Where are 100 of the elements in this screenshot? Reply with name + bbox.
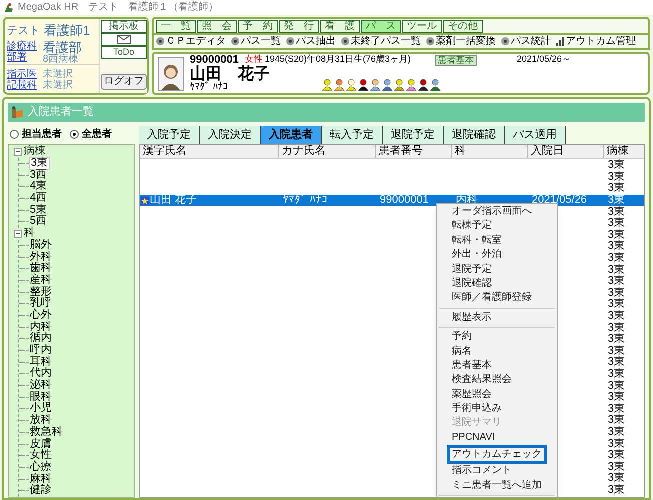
tree-node[interactable]: 循内	[29, 333, 53, 344]
menu-item[interactable]: 患者基本	[437, 358, 557, 374]
menu-item[interactable]: 転科・転室	[437, 234, 557, 248]
menu-tab[interactable]: 予 約	[238, 20, 278, 33]
menu-tab[interactable]: 看 護	[320, 20, 360, 33]
toolbar-item[interactable]: ＣＰエディタ	[166, 36, 226, 47]
menu-item[interactable]: 医師／看護師登録	[437, 291, 557, 306]
tree-node[interactable]: 外科	[29, 252, 53, 263]
table-cell: 2021/05/26	[532, 195, 588, 206]
board-button[interactable]: 掲示板	[101, 20, 147, 33]
tree-node[interactable]: 麻科	[29, 474, 53, 485]
tree-node[interactable]: 内科	[29, 322, 53, 333]
tab[interactable]: 入院患者	[261, 126, 322, 144]
tab[interactable]: パス適用	[505, 126, 566, 144]
menu-item[interactable]: 病名	[437, 344, 557, 359]
link[interactable]: 部署	[7, 52, 37, 63]
menu-tab[interactable]: 一 覧	[156, 20, 196, 33]
tree-toggle[interactable]	[14, 148, 22, 156]
tab[interactable]: 退院確認	[444, 126, 505, 144]
menu-tab[interactable]: その他	[443, 20, 483, 33]
toolbar-item[interactable]: パス一覧	[241, 36, 281, 47]
tree-node[interactable]: 病棟	[24, 146, 46, 158]
radio-button[interactable]	[10, 130, 19, 138]
ward-name: 8西病棟	[43, 55, 79, 65]
person-status-icon	[382, 79, 393, 91]
tree-node[interactable]: 泌科	[29, 380, 53, 392]
menu-item[interactable]: PPCNAVI	[437, 430, 557, 446]
link[interactable]: 記載科	[7, 80, 37, 91]
link[interactable]: 診療科	[7, 41, 37, 52]
menu-item[interactable]: アウトカムチェック	[447, 445, 547, 464]
column-header[interactable]: 病棟	[604, 145, 644, 158]
column-header[interactable]: カナ氏名	[279, 145, 376, 158]
table-cell: 3東	[608, 334, 626, 346]
tree-node[interactable]: 耳科	[29, 356, 53, 368]
menu-item[interactable]: 退院確認	[437, 276, 557, 292]
tree-node[interactable]: 4東	[29, 181, 48, 192]
tree-node[interactable]: 健診	[29, 485, 53, 496]
bar-chart-icon	[556, 37, 565, 46]
tree-node[interactable]: 歯科	[29, 263, 53, 274]
logoff-button[interactable]: ログオフ	[101, 74, 147, 90]
tree-node[interactable]: 心療	[29, 462, 53, 473]
patient-info-button[interactable]: 患者基本	[435, 54, 478, 66]
menu-item[interactable]: 薬歴照会	[437, 388, 557, 402]
user-name: テスト	[7, 24, 40, 39]
tree-node[interactable]: 女性	[29, 450, 53, 462]
table-cell: 3東	[608, 415, 626, 426]
menu-item[interactable]: オーダ指示画面へ	[437, 205, 557, 220]
menu-item[interactable]: 転棟予定	[437, 219, 557, 234]
tree-node[interactable]: 3東	[29, 157, 50, 170]
tree-node[interactable]: 5東	[29, 204, 48, 216]
tree-node[interactable]: 4西	[29, 193, 48, 204]
tree-node[interactable]: 小児	[29, 403, 53, 414]
tree-node[interactable]: 代内	[29, 368, 53, 380]
tree-node[interactable]: 産科	[29, 274, 53, 286]
tree-node[interactable]: 科	[24, 228, 35, 240]
tree-node[interactable]: 心外	[29, 310, 53, 321]
tab[interactable]: 転入予定	[322, 126, 383, 144]
tree-node[interactable]: 皮膚	[29, 438, 53, 450]
toolbar-item[interactable]: アウトカム管理	[566, 36, 636, 47]
tab[interactable]: 退院予定	[383, 126, 444, 144]
radio-button[interactable]	[70, 130, 79, 138]
column-header[interactable]: 漢字氏名	[140, 145, 279, 158]
menu-tab[interactable]: パ ス	[361, 20, 401, 33]
patient-kana: ﾔﾏﾀﾞ ﾊﾅｺ	[190, 83, 229, 93]
toolbar-item[interactable]: 未終了パス一覧	[351, 36, 421, 47]
disc-icon	[286, 37, 295, 46]
disc-icon	[341, 37, 350, 46]
toolbar-item[interactable]: パス統計	[511, 36, 551, 47]
tree-node[interactable]: 乳呼	[29, 298, 53, 310]
toolbar-item[interactable]: パス抽出	[296, 36, 336, 47]
tree-node[interactable]: 整形	[29, 286, 53, 298]
toolbar-item[interactable]: 薬剤一括変換	[436, 36, 496, 47]
column-header[interactable]: 科	[452, 145, 528, 158]
menu-item[interactable]: ミニ患者一覧へ追加	[437, 478, 557, 494]
tab[interactable]: 入院予定	[139, 126, 200, 144]
tree-node[interactable]: 3西	[29, 170, 48, 181]
menu-tab[interactable]: ツール	[402, 20, 442, 33]
menu-tab[interactable]: 照 会	[197, 20, 237, 33]
tab[interactable]: 入院決定	[200, 126, 261, 144]
menu-item[interactable]: 履歴表示	[437, 310, 557, 326]
tree-node[interactable]: 5西	[29, 216, 48, 228]
menu-item[interactable]: 検査結果照会	[437, 373, 557, 388]
column-header[interactable]: 入院日	[528, 145, 604, 158]
menu-item[interactable]: 退院予定	[437, 262, 557, 277]
tree-node[interactable]: 放科	[29, 415, 53, 426]
tree-node[interactable]: 脳外	[29, 240, 53, 251]
menu-item[interactable]: 外出・外泊	[437, 248, 557, 263]
menu-item[interactable]: 手術申込み	[437, 402, 557, 416]
tree-node[interactable]: 眼科	[29, 392, 53, 403]
todo-button[interactable]: ToDo	[101, 46, 147, 59]
menu-tab[interactable]: 発 行	[279, 20, 319, 33]
tree-node[interactable]: 救急科	[29, 426, 64, 438]
menu-item[interactable]: 予約	[437, 330, 557, 345]
tree-node[interactable]: 呼内	[29, 345, 53, 356]
mail-button[interactable]	[101, 33, 147, 46]
column-header[interactable]: 患者番号	[376, 145, 452, 158]
menu-item[interactable]: 指示コメント	[437, 464, 557, 479]
link[interactable]: 指示医	[7, 69, 37, 80]
tree-toggle[interactable]	[14, 230, 22, 238]
person-status-icon	[406, 79, 417, 91]
